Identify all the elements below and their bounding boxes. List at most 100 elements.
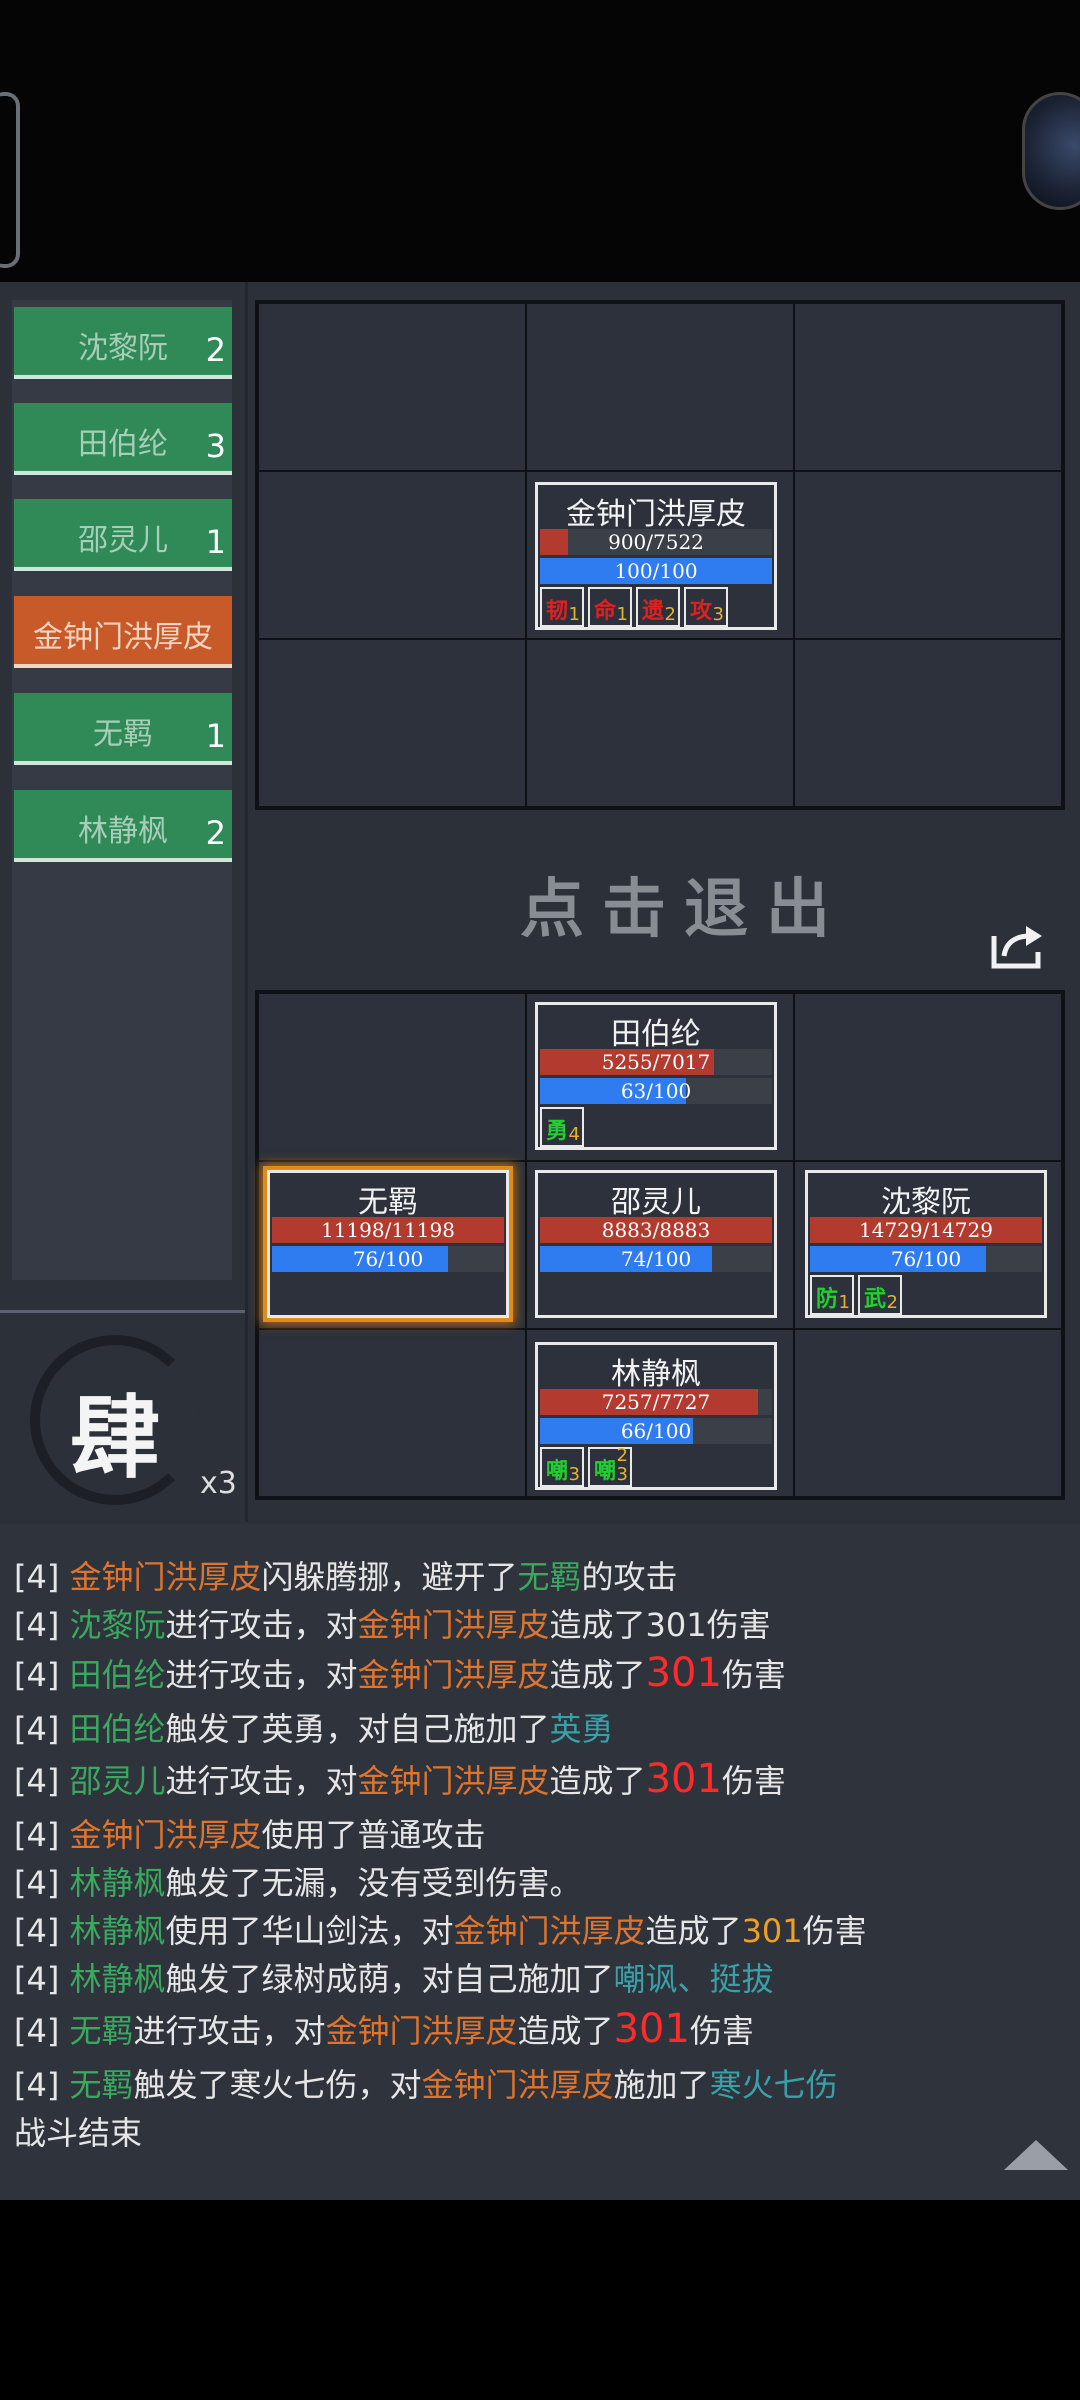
buff-icon[interactable]: 韧1 (540, 587, 584, 627)
log-text: 造成了 (645, 1912, 742, 1950)
mp-text: 76/100 (352, 1247, 424, 1271)
log-text: 进行攻击，对 (165, 1606, 358, 1644)
buff-icon[interactable]: 攻3 (684, 587, 728, 627)
buff-icon[interactable]: 防1 (810, 1275, 854, 1315)
hp-bar: 7257/7727 (540, 1389, 772, 1415)
log-line: [4] 无羁触发了寒火七伤，对金钟门洪厚皮施加了寒火七伤 (14, 2060, 838, 2106)
buff-stack: 2 (886, 1292, 898, 1313)
hp-bar: 14729/14729 (810, 1217, 1042, 1243)
char-tab-name: 金钟门洪厚皮 (33, 620, 213, 655)
grid-cell[interactable] (527, 640, 793, 806)
buff-icon[interactable]: 嘲32 (588, 1445, 632, 1487)
grid-cell[interactable] (259, 994, 525, 1160)
collapse-log-icon[interactable] (1004, 2140, 1068, 2170)
grid-cell[interactable] (259, 1330, 525, 1496)
log-name: 田伯纶 (69, 1656, 166, 1694)
log-name: 无羁 (517, 1558, 582, 1596)
ally-unit-card-lin[interactable]: 林静枫 7257/7727 66/100 嘲3嘲32 (535, 1342, 777, 1490)
enemy-unit-card[interactable]: 金钟门洪厚皮 900/7522 100/100 韧1命1遗2攻3 (535, 482, 777, 630)
log-name: 无羁 (69, 2012, 134, 2050)
grid-cell[interactable] (259, 640, 525, 806)
char-tab-name: 邵灵儿 (78, 523, 168, 558)
ally-unit-card-wuji[interactable]: 无羁 11198/11198 76/100 (267, 1170, 509, 1318)
log-line-end: 战斗结束 (14, 2108, 142, 2154)
ally-unit-card-tian[interactable]: 田伯纶 5255/7017 63/100 勇4 (535, 1002, 777, 1150)
buff-char: 嘲 (594, 1459, 617, 1484)
grid-cell[interactable] (795, 640, 1061, 806)
bottom-area (0, 2200, 1080, 2400)
log-name: 金钟门洪厚皮 (325, 2012, 518, 2050)
char-tab-count: 1 (205, 523, 226, 561)
unit-name: 金钟门洪厚皮 (566, 497, 746, 532)
exit-button[interactable]: 点击退出 (520, 858, 848, 950)
log-text: 触发了寒火七伤，对 (133, 2066, 422, 2104)
buff-stack: 3 (568, 1464, 580, 1485)
sidebar-bottom-divider (0, 1310, 245, 1313)
grid-cell[interactable] (795, 994, 1061, 1160)
log-text: 使用了普通攻击 (261, 1816, 486, 1854)
char-tab-jinzhong[interactable]: 金钟门洪厚皮 (14, 596, 232, 668)
mp-bar: 66/100 (540, 1418, 772, 1444)
unit-name: 无羁 (358, 1185, 418, 1220)
buff-icon[interactable]: 命1 (588, 587, 632, 627)
hp-text: 5255/7017 (601, 1050, 711, 1074)
mp-bar: 63/100 (540, 1078, 772, 1104)
grid-cell[interactable] (795, 1330, 1061, 1496)
grid-cell[interactable] (527, 304, 793, 470)
log-text: 进行攻击，对 (165, 1762, 358, 1800)
buff-char: 遗 (642, 599, 665, 624)
log-line: [4] 田伯纶进行攻击，对金钟门洪厚皮造成了301伤害 (14, 1650, 786, 1696)
log-prefix: [4] (14, 1816, 70, 1854)
top-bar (0, 0, 1080, 282)
log-text: 触发了无漏，没有受到伤害。 (165, 1864, 582, 1902)
log-line: [4] 金钟门洪厚皮闪躲腾挪，避开了无羁的攻击 (14, 1552, 678, 1598)
hp-text: 11198/11198 (321, 1218, 455, 1242)
char-tab-count: 2 (205, 331, 226, 369)
speed-multiplier: x3 (200, 1466, 237, 1501)
char-tab-name: 无羁 (93, 717, 153, 752)
avatar[interactable] (1022, 92, 1080, 210)
buff-icon[interactable]: 勇4 (540, 1107, 584, 1147)
hp-text: 14729/14729 (859, 1218, 993, 1242)
char-tab-shao[interactable]: 邵灵儿 1 (14, 499, 232, 571)
char-tab-tian[interactable]: 田伯纶 3 (14, 403, 232, 475)
log-prefix: [4] (14, 1656, 70, 1694)
buff-icon[interactable]: 武2 (858, 1275, 902, 1315)
buff-char: 防 (816, 1287, 839, 1312)
char-tab-count: 2 (205, 814, 226, 852)
grid-cell[interactable] (795, 304, 1061, 470)
log-prefix: [4] (14, 1960, 70, 1998)
hp-text: 8883/8883 (601, 1218, 711, 1242)
grid-cell[interactable] (259, 472, 525, 638)
mp-bar: 74/100 (540, 1246, 772, 1272)
log-name: 田伯纶 (69, 1710, 166, 1748)
mp-text: 63/100 (620, 1079, 692, 1103)
buff-icon[interactable]: 嘲3 (540, 1447, 584, 1487)
char-tab-name: 林静枫 (78, 814, 168, 849)
hp-bar: 5255/7017 (540, 1049, 772, 1075)
char-tab-wuji[interactable]: 无羁 1 (14, 693, 232, 765)
log-buff: 寒火七伤 (709, 2066, 838, 2104)
speed-button[interactable]: 肆 (20, 1325, 210, 1515)
mp-bar: 100/100 (540, 558, 772, 584)
battle-screen: 沈黎阮 2 田伯纶 3 邵灵儿 1 金钟门洪厚皮 无羁 1 林静枫 2 肆 x3 (0, 0, 1080, 2400)
char-tab-shen[interactable]: 沈黎阮 2 (14, 307, 232, 379)
hp-text: 7257/7727 (601, 1390, 711, 1414)
buff-stack-top: 2 (616, 1445, 628, 1466)
buff-icon[interactable]: 遗2 (636, 587, 680, 627)
log-buff: 英勇 (549, 1710, 614, 1748)
buff-stack: 3 (616, 1464, 628, 1485)
ally-unit-card-shao[interactable]: 邵灵儿 8883/8883 74/100 (535, 1170, 777, 1318)
hp-text: 900/7522 (608, 530, 704, 554)
back-button[interactable] (0, 92, 20, 268)
mp-bar: 76/100 (272, 1246, 504, 1272)
grid-cell[interactable] (795, 472, 1061, 638)
char-tab-name: 沈黎阮 (78, 331, 168, 366)
char-tab-lin[interactable]: 林静枫 2 (14, 790, 232, 862)
log-line: [4] 林静枫触发了绿树成荫，对自己施加了嘲讽、挺拔 (14, 1954, 774, 2000)
grid-cell[interactable] (259, 304, 525, 470)
ally-unit-card-shen[interactable]: 沈黎阮 14729/14729 76/100 防1武2 (805, 1170, 1047, 1318)
share-icon[interactable] (990, 922, 1046, 970)
log-text: 闪躲腾挪，避开了 (261, 1558, 518, 1596)
unit-name: 田伯纶 (611, 1017, 701, 1052)
